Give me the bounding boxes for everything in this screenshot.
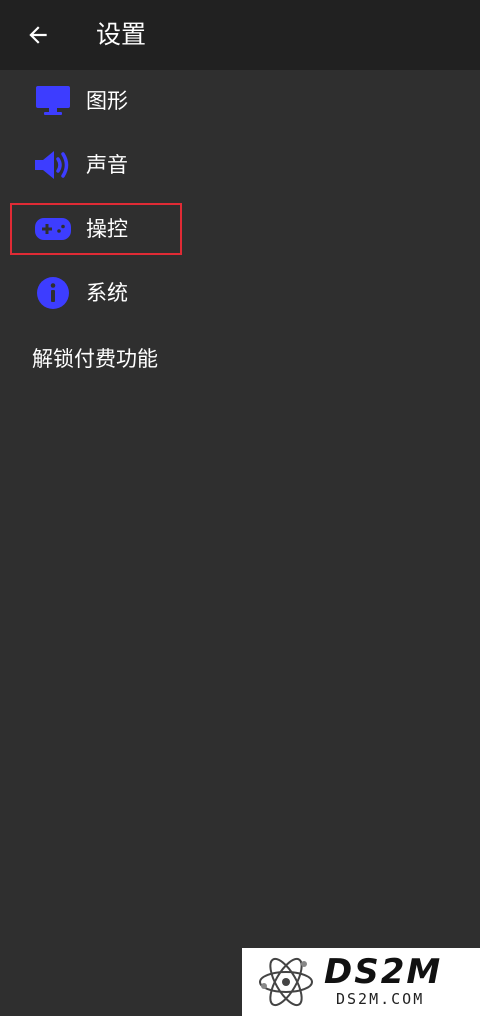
- info-icon: [34, 276, 72, 310]
- menu-item-system[interactable]: 系统: [0, 261, 480, 325]
- page-title: 设置: [96, 20, 147, 49]
- menu-item-label: 声音: [86, 153, 128, 177]
- watermark: DS2M DS2M.COM: [242, 948, 480, 1016]
- back-button[interactable]: [18, 15, 58, 55]
- app-bar: 设置: [0, 0, 480, 70]
- speaker-icon: [34, 148, 72, 182]
- watermark-brand: DS2M: [324, 952, 443, 992]
- menu-item-label: 图形: [86, 89, 128, 113]
- menu-item-label: 系统: [86, 281, 128, 305]
- watermark-url: DS2M.COM: [336, 990, 425, 1008]
- selection-highlight: [10, 203, 182, 255]
- unlock-premium-item[interactable]: 解锁付费功能: [32, 342, 158, 376]
- arrow-left-icon: [29, 26, 47, 44]
- menu-item-sound[interactable]: 声音: [0, 133, 480, 197]
- monitor-icon: [34, 84, 72, 118]
- atom-logo-icon: [259, 957, 313, 1007]
- menu-item-graphics[interactable]: 图形: [0, 69, 480, 133]
